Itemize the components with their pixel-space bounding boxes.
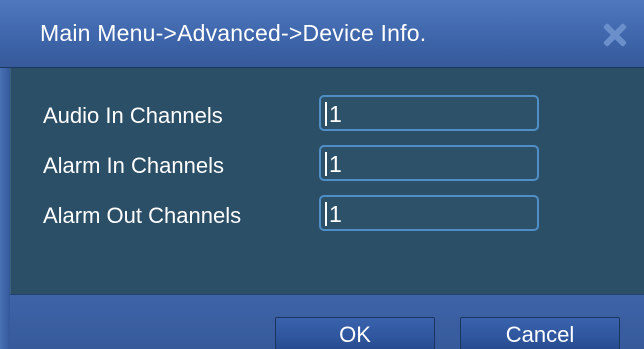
close-icon[interactable] [602, 22, 628, 48]
button-bar: OK Cancel [10, 294, 644, 349]
alarm-in-channels-row: Alarm In Channels 1 [11, 145, 644, 185]
title-bar: Main Menu->Advanced->Device Info. [0, 0, 644, 68]
text-caret [325, 102, 327, 126]
alarm-out-channels-row: Alarm Out Channels 1 [11, 195, 644, 235]
text-caret [325, 152, 327, 176]
dialog-left-border [0, 68, 10, 349]
ok-button[interactable]: OK [275, 317, 435, 349]
audio-in-channels-label: Audio In Channels [43, 103, 223, 128]
alarm-out-channels-label: Alarm Out Channels [43, 203, 242, 228]
dialog-title: Main Menu->Advanced->Device Info. [40, 20, 427, 46]
cancel-button[interactable]: Cancel [460, 317, 620, 349]
audio-in-channels-field[interactable]: 1 [319, 95, 539, 131]
audio-in-channels-value: 1 [329, 101, 342, 127]
settings-panel: Audio In Channels 1 Alarm In Channels 1 … [10, 68, 644, 294]
alarm-in-channels-field[interactable]: 1 [319, 145, 539, 181]
audio-in-channels-row: Audio In Channels 1 [11, 95, 644, 135]
alarm-out-channels-field[interactable]: 1 [319, 195, 539, 231]
alarm-in-channels-label: Alarm In Channels [43, 153, 224, 178]
alarm-out-channels-value: 1 [329, 201, 342, 227]
alarm-in-channels-value: 1 [329, 151, 342, 177]
device-info-dialog: Main Menu->Advanced->Device Info. Audio … [0, 0, 644, 349]
text-caret [325, 202, 327, 226]
